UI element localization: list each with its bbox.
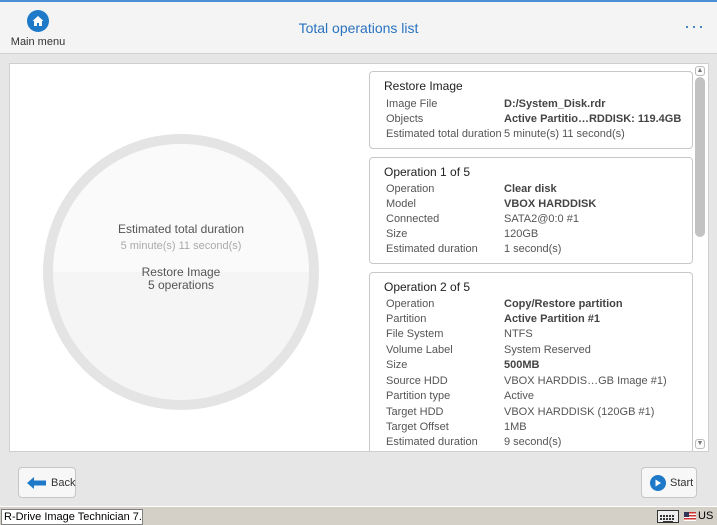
start-label: Start <box>670 476 694 489</box>
detail-row: Model VBOX HARDDISK <box>386 198 686 213</box>
detail-value: Active <box>504 390 534 402</box>
detail-key: File System <box>386 328 444 340</box>
detail-row: Partition type Active <box>386 390 686 405</box>
main-menu-button[interactable]: Main menu <box>8 8 68 50</box>
detail-key: Size <box>386 359 408 371</box>
detail-value: 5 minute(s) 11 second(s) <box>504 128 625 140</box>
detail-value: NTFS <box>504 328 533 340</box>
operations-list[interactable]: Restore Image Image File D:/System_Disk.… <box>369 71 694 451</box>
home-icon <box>27 10 49 32</box>
page-title: Total operations list <box>298 20 419 36</box>
detail-key: Operation <box>386 183 435 195</box>
dial-highlight <box>53 144 309 272</box>
taskbar: R-Drive Image Technician 7.… US <box>0 506 717 525</box>
card-title: Operation 1 of 5 <box>384 165 471 179</box>
taskbar-app-item[interactable]: R-Drive Image Technician 7.… <box>1 509 143 525</box>
summary-operation-count: 5 operations <box>147 278 215 292</box>
detail-value: VBOX HARDDISK <box>504 198 597 210</box>
main-menu-label: Main menu <box>10 36 66 48</box>
main-panel: Estimated total duration 5 minute(s) 11 … <box>9 63 709 452</box>
detail-key: Partition type <box>386 390 451 402</box>
detail-value: VBOX HARDDIS…GB Image #1) <box>504 375 667 387</box>
detail-row: Operation Copy/Restore partition <box>386 298 686 313</box>
detail-value: 120GB <box>504 228 539 240</box>
detail-row: Operation Clear disk <box>386 183 686 198</box>
us-flag-icon <box>684 511 696 521</box>
scroll-down-icon[interactable]: ▼ <box>695 439 705 449</box>
scroll-thumb[interactable] <box>695 77 705 237</box>
detail-value: Active Partition #1 <box>504 313 600 325</box>
detail-row: Size 120GB <box>386 228 686 243</box>
summary-task-name: Restore Image <box>141 265 221 279</box>
detail-value: Active Partitio…RDDISK: 119.4GB <box>504 113 682 125</box>
detail-value: 1MB <box>504 421 527 433</box>
detail-key: Estimated total duration <box>386 128 502 140</box>
detail-value: VBOX HARDDISK (120GB #1) <box>504 406 655 418</box>
detail-key: Connected <box>386 213 440 225</box>
detail-value: System Reserved <box>504 344 591 356</box>
detail-key: Source HDD <box>386 375 448 387</box>
detail-row: Source HDD VBOX HARDDIS…GB Image #1) <box>386 375 686 390</box>
detail-value: Copy/Restore partition <box>504 298 623 310</box>
start-button[interactable]: Start <box>641 467 697 498</box>
summary-duration-value: 5 minute(s) 11 second(s) <box>120 240 242 252</box>
header-bar: Main menu Total operations list ··· <box>0 2 717 54</box>
detail-row: Estimated duration 1 second(s) <box>386 243 686 258</box>
detail-value: 500MB <box>504 359 540 371</box>
detail-row: File System NTFS <box>386 328 686 343</box>
more-options-icon[interactable]: ··· <box>684 16 705 37</box>
detail-key: Model <box>386 198 416 210</box>
keyboard-icon[interactable] <box>657 510 679 523</box>
detail-value: D:/System_Disk.rdr <box>504 98 606 110</box>
operations-scrollbar[interactable]: ▲ ▼ <box>694 66 706 449</box>
summary-duration-label: Estimated total duration <box>117 222 245 236</box>
language-label: US <box>698 510 714 522</box>
detail-row: Target HDD VBOX HARDDISK (120GB #1) <box>386 406 686 421</box>
card-restore-image: Restore Image Image File D:/System_Disk.… <box>369 71 693 149</box>
detail-row: Partition Active Partition #1 <box>386 313 686 328</box>
detail-key: Volume Label <box>386 344 453 356</box>
detail-row: Objects Active Partitio…RDDISK: 119.4GB <box>386 113 686 128</box>
detail-row: Image File D:/System_Disk.rdr <box>386 98 686 113</box>
detail-row: Target Offset 1MB <box>386 421 686 436</box>
back-label: Back <box>51 476 76 489</box>
back-arrow-icon <box>27 476 47 489</box>
detail-value: 9 second(s) <box>504 436 562 448</box>
detail-key: Image File <box>386 98 438 110</box>
detail-row: Connected SATA2@0:0 #1 <box>386 213 686 228</box>
play-icon <box>650 474 666 491</box>
detail-key: Estimated duration <box>386 436 478 448</box>
detail-row: Estimated duration 9 second(s) <box>386 436 686 451</box>
detail-key: Operation <box>386 298 435 310</box>
summary-dial: Estimated total duration 5 minute(s) 11 … <box>43 134 319 410</box>
detail-key: Partition <box>386 313 427 325</box>
detail-key: Estimated duration <box>386 243 478 255</box>
scroll-up-icon[interactable]: ▲ <box>695 66 705 76</box>
detail-row: Volume Label System Reserved <box>386 344 686 359</box>
card-operation-2: Operation 2 of 5 Operation Copy/Restore … <box>369 272 693 451</box>
card-title: Operation 2 of 5 <box>384 280 471 294</box>
detail-key: Target Offset <box>386 421 449 433</box>
language-indicator[interactable]: US <box>684 510 713 522</box>
detail-value: SATA2@0:0 #1 <box>504 213 579 225</box>
detail-key: Target HDD <box>386 406 444 418</box>
detail-key: Size <box>386 228 408 240</box>
detail-key: Objects <box>386 113 424 125</box>
detail-value: Clear disk <box>504 183 557 195</box>
card-operation-1: Operation 1 of 5 Operation Clear disk Mo… <box>369 157 693 264</box>
detail-value: 1 second(s) <box>504 243 562 255</box>
detail-row: Estimated total duration 5 minute(s) 11 … <box>386 128 686 143</box>
back-button[interactable]: Back <box>18 467 76 498</box>
detail-row: Size 500MB <box>386 359 686 374</box>
card-title: Restore Image <box>384 79 463 93</box>
